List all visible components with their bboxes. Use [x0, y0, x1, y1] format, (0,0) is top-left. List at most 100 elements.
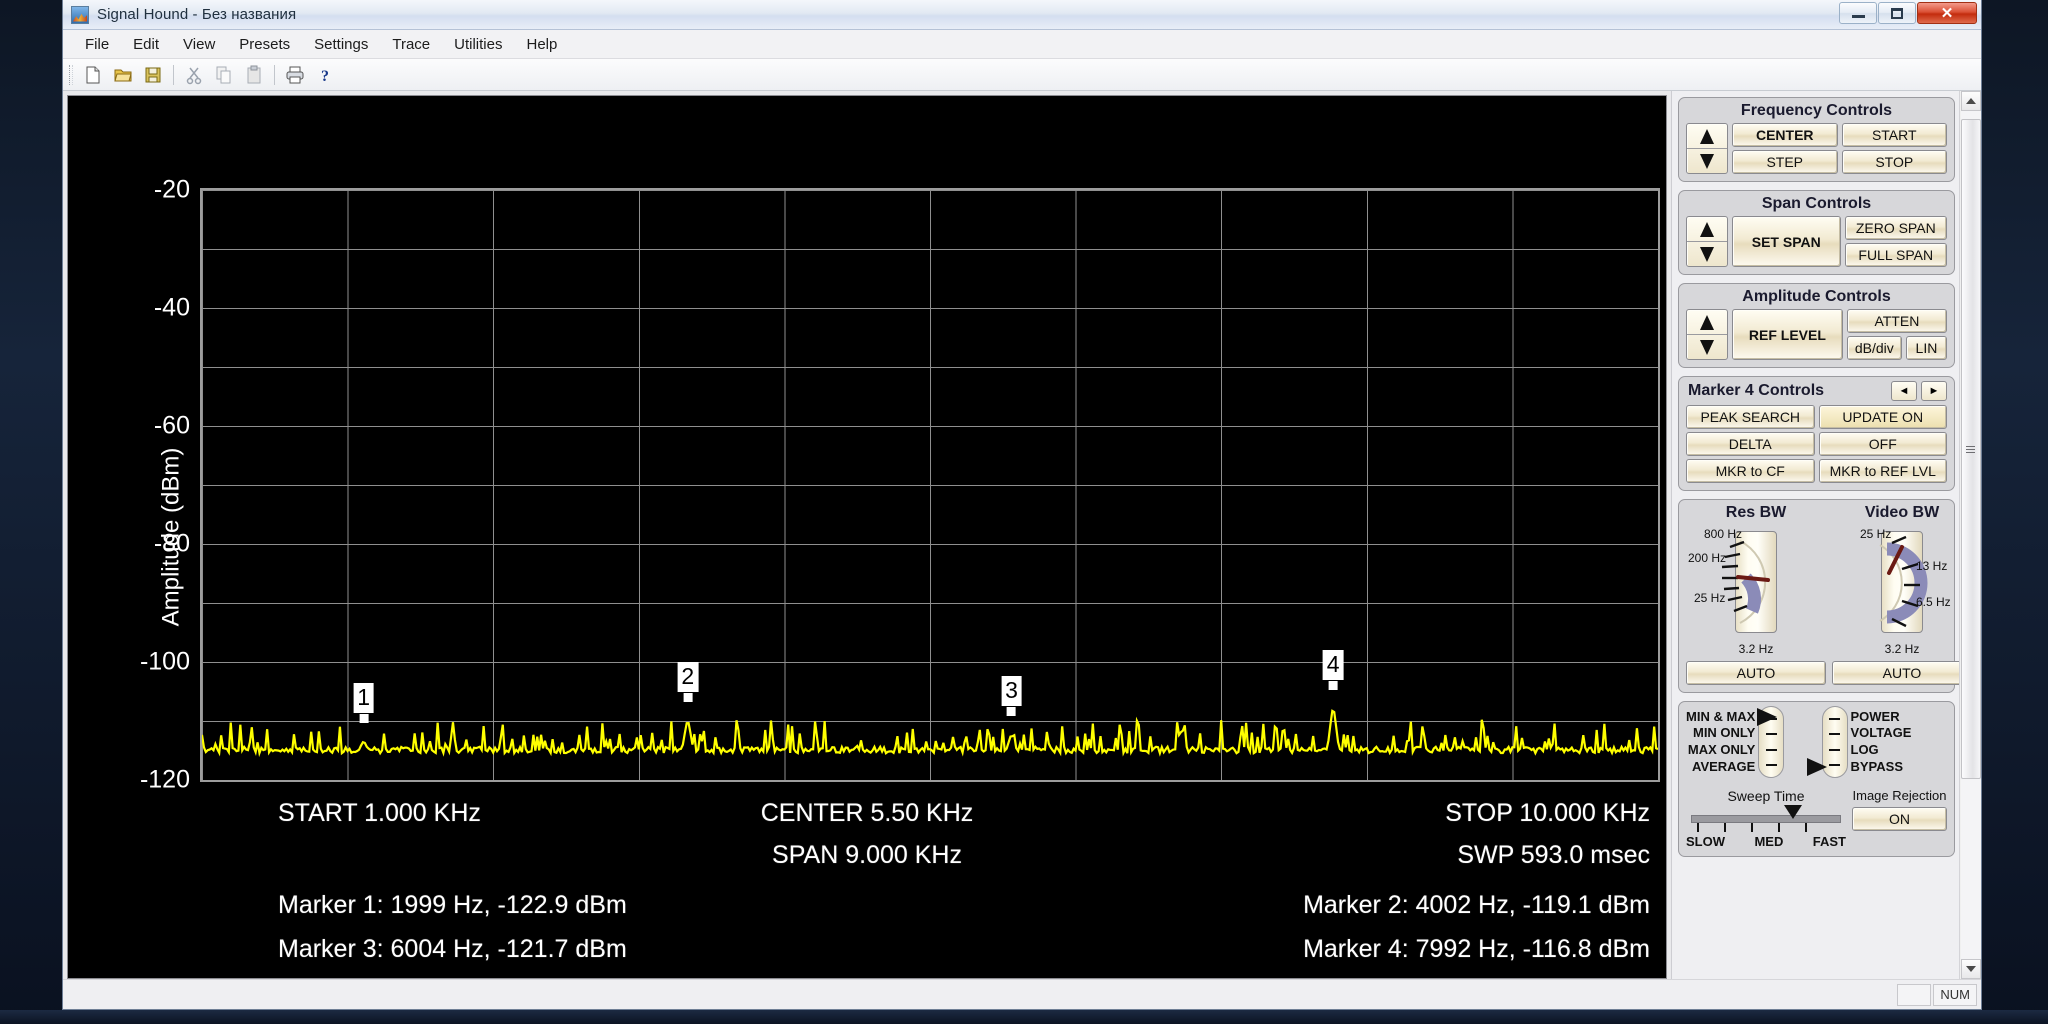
triangle-down-icon — [1700, 339, 1714, 355]
span-spinner-down[interactable] — [1687, 242, 1727, 266]
delta-button[interactable]: DELTA — [1686, 432, 1815, 456]
spectrum-display[interactable]: Amplitude (dBm) REF -20.0 dBm 10 dB/div … — [67, 95, 1667, 979]
print-icon[interactable] — [281, 62, 309, 88]
update-on-button[interactable]: UPDATE ON — [1818, 405, 1947, 429]
scrollbar-track[interactable] — [1960, 111, 1981, 959]
span-controls-group: Span Controls SET SPAN ZERO SPAN FULL SP… — [1678, 190, 1955, 275]
res-bw-auto-button[interactable]: AUTO — [1686, 661, 1826, 685]
stop-button[interactable]: STOP — [1841, 150, 1947, 174]
main-area: Amplitude (dBm) REF -20.0 dBm 10 dB/div … — [63, 91, 1981, 979]
open-icon[interactable] — [109, 62, 137, 88]
detector-scale-power[interactable]: POWER — [1851, 709, 1900, 726]
detector-mode-average[interactable]: AVERAGE — [1692, 759, 1755, 776]
detector-scale-voltage[interactable]: VOLTAGE — [1851, 725, 1912, 742]
sweep-time-control[interactable]: Sweep Time SLOW MED FAST — [1686, 788, 1846, 849]
title-bar: Signal Hound - Без названия ✕ — [63, 0, 1981, 30]
scroll-down-button[interactable] — [1960, 959, 1981, 979]
res-bw-knob-area[interactable]: 800 Hz 200 Hz 25 Hz — [1686, 523, 1826, 641]
application-window: Signal Hound - Без названия ✕ File Edit … — [62, 0, 1982, 1010]
copy-icon[interactable] — [210, 62, 238, 88]
detector-scale-bypass[interactable]: BYPASS — [1851, 759, 1904, 776]
save-icon[interactable] — [139, 62, 167, 88]
panel-scrollbar[interactable] — [1959, 91, 1981, 979]
step-button[interactable]: STEP — [1732, 150, 1838, 174]
video-bw-knob-area[interactable]: 25 Hz 13 Hz 6.5 Hz — [1832, 523, 1959, 641]
status-num-lock: NUM — [1933, 983, 1977, 1006]
frequency-spinner[interactable] — [1686, 123, 1728, 174]
span-spinner-up[interactable] — [1687, 217, 1727, 242]
detector-mode-selector[interactable]: MIN & MAX MIN ONLY MAX ONLY AVERAGE — [1686, 706, 1812, 778]
frequency-spinner-down[interactable] — [1687, 149, 1727, 173]
menu-item-settings[interactable]: Settings — [302, 33, 380, 56]
detector-scale-selector[interactable]: POWER VOLTAGE LOG BYPASS — [1806, 706, 1948, 778]
atten-button[interactable]: ATTEN — [1846, 309, 1947, 333]
ref-level-button[interactable]: REF LEVEL — [1732, 309, 1843, 360]
sweep-time-slider[interactable] — [1691, 805, 1841, 823]
menu-item-help[interactable]: Help — [514, 33, 569, 56]
sweep-time-readout: SWP 593.0 msec — [1457, 841, 1650, 869]
spectrum-trace — [202, 190, 1658, 780]
help-icon[interactable]: ? — [311, 62, 339, 88]
marker2-readout: Marker 2: 4002 Hz, -119.1 dBm — [1303, 891, 1650, 919]
maximize-button[interactable] — [1878, 2, 1916, 24]
chevron-down-icon — [1965, 966, 1976, 972]
marker-next-button[interactable]: ► — [1921, 381, 1947, 401]
frequency-controls-group: Frequency Controls CENTER START STEP STO… — [1678, 97, 1955, 182]
sweep-time-slider-thumb[interactable] — [1783, 805, 1802, 819]
sweep-time-ticks — [1691, 823, 1841, 833]
new-icon[interactable] — [79, 62, 107, 88]
amplitude-spinner[interactable] — [1686, 309, 1728, 360]
window-buttons: ✕ — [1839, 2, 1977, 24]
sweep-time-slow-label: SLOW — [1686, 834, 1725, 849]
detector-scale-track[interactable] — [1806, 706, 1848, 778]
detector-mode-max-only[interactable]: MAX ONLY — [1688, 742, 1755, 759]
detector-mode-min-max[interactable]: MIN & MAX — [1686, 709, 1755, 726]
amplitude-spinner-up[interactable] — [1687, 310, 1727, 335]
start-button[interactable]: START — [1841, 123, 1947, 147]
control-panel-wrapper: Frequency Controls CENTER START STEP STO… — [1671, 91, 1981, 979]
detector-notch — [1765, 733, 1777, 736]
zero-span-button[interactable]: ZERO SPAN — [1844, 216, 1947, 240]
set-span-button[interactable]: SET SPAN — [1732, 216, 1841, 267]
cut-icon[interactable] — [180, 62, 208, 88]
toolbar-separator — [173, 64, 174, 85]
restore-icon — [1891, 7, 1903, 19]
db-div-button[interactable]: dB/div — [1846, 336, 1902, 360]
window-title: Signal Hound - Без названия — [97, 6, 297, 23]
menu-item-edit[interactable]: Edit — [121, 33, 171, 56]
span-controls-title: Span Controls — [1761, 195, 1872, 212]
scroll-up-button[interactable] — [1960, 91, 1981, 111]
lin-button[interactable]: LIN — [1905, 336, 1947, 360]
menu-item-view[interactable]: View — [171, 33, 227, 56]
peak-search-button[interactable]: PEAK SEARCH — [1686, 405, 1815, 429]
video-bw-auto-button[interactable]: AUTO — [1832, 661, 1959, 685]
span-spinner[interactable] — [1686, 216, 1728, 267]
y-tick-label: -20 — [153, 175, 190, 204]
triangle-down-icon — [1700, 153, 1714, 169]
menu-item-presets[interactable]: Presets — [227, 33, 302, 56]
marker-prev-button[interactable]: ◄ — [1891, 381, 1917, 401]
frequency-spinner-up[interactable] — [1687, 124, 1727, 149]
full-span-button[interactable]: FULL SPAN — [1844, 243, 1947, 267]
mkr-to-ref-lvl-button[interactable]: MKR to REF LVL — [1818, 459, 1947, 483]
marker-off-button[interactable]: OFF — [1818, 432, 1947, 456]
minimize-button[interactable] — [1839, 2, 1877, 24]
detector-notch — [1765, 764, 1777, 767]
close-button[interactable]: ✕ — [1917, 2, 1977, 24]
sweep-time-med-label: MED — [1754, 834, 1784, 849]
mkr-to-cf-button[interactable]: MKR to CF — [1686, 459, 1815, 483]
menu-item-trace[interactable]: Trace — [380, 33, 442, 56]
detector-mode-min-only[interactable]: MIN ONLY — [1693, 725, 1755, 742]
status-bar: NUM — [63, 979, 1981, 1009]
menu-item-file[interactable]: File — [73, 33, 121, 56]
y-tick-label: -120 — [139, 765, 190, 794]
menu-item-utilities[interactable]: Utilities — [442, 33, 514, 56]
detector-scale-log[interactable]: LOG — [1851, 742, 1879, 759]
center-button[interactable]: CENTER — [1732, 123, 1838, 147]
paste-icon[interactable] — [240, 62, 268, 88]
detector-mode-track[interactable] — [1757, 706, 1785, 778]
amplitude-spinner-down[interactable] — [1687, 335, 1727, 359]
image-rejection-toggle[interactable]: ON — [1852, 807, 1947, 831]
scrollbar-thumb[interactable] — [1960, 119, 1981, 779]
video-bw-control: Video BW 25 Hz 13 Hz 6.5 Hz 3.2 Hz AUTO — [1832, 504, 1959, 685]
